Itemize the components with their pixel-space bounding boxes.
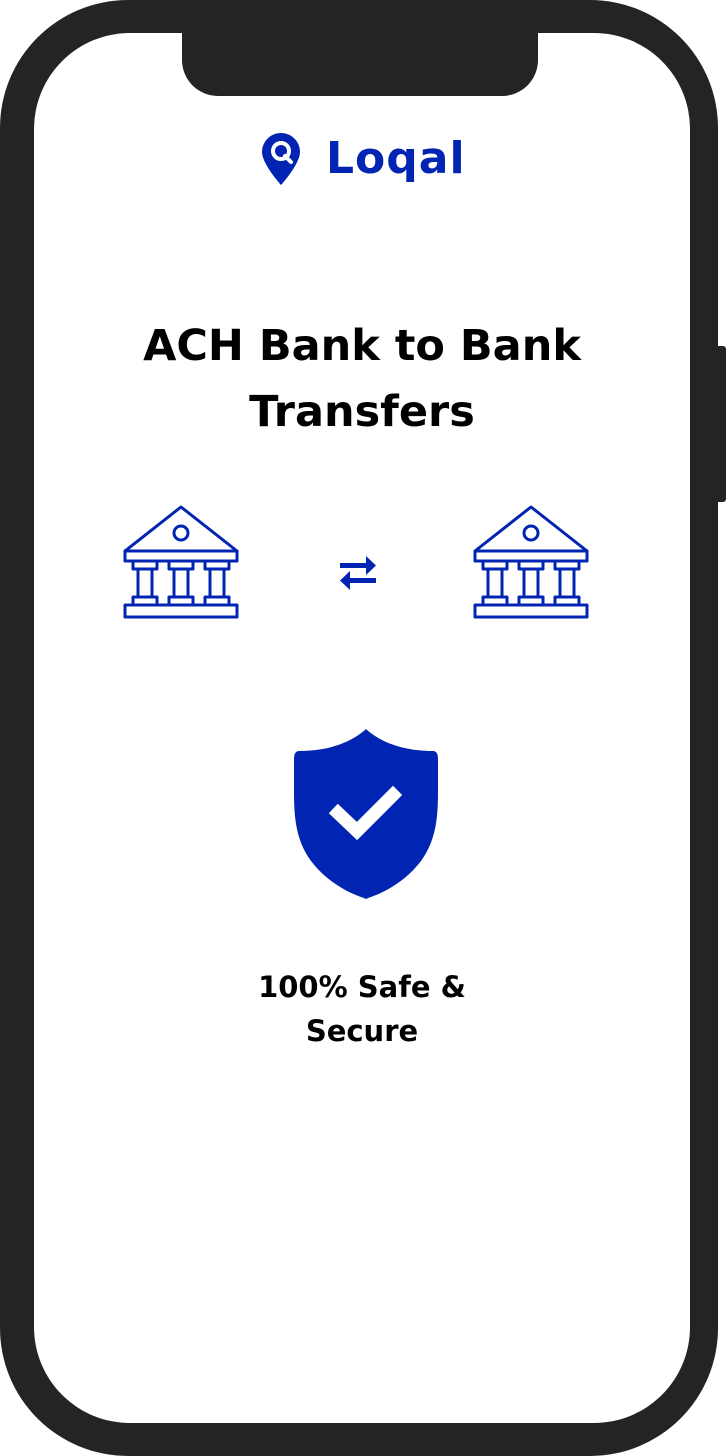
phone-side-button	[716, 346, 726, 502]
phone-frame: Loqal ACH Bank to Bank Transfers 100% Sa…	[0, 0, 718, 1456]
security-label: 100% Safe & Secure	[258, 970, 466, 1048]
shield-check-icon	[294, 729, 438, 899]
brand-name: Loqal	[326, 133, 466, 184]
swap-arrows-icon	[340, 556, 376, 590]
phone-notch	[182, 33, 538, 96]
page-title: ACH Bank to Bank Transfers	[143, 321, 581, 437]
bank-icon	[473, 505, 589, 619]
bank-icon	[123, 505, 239, 619]
map-pin-icon	[262, 133, 300, 185]
phone-screen: Loqal ACH Bank to Bank Transfers 100% Sa…	[34, 33, 690, 1423]
brand-logo: Loqal	[260, 129, 466, 189]
